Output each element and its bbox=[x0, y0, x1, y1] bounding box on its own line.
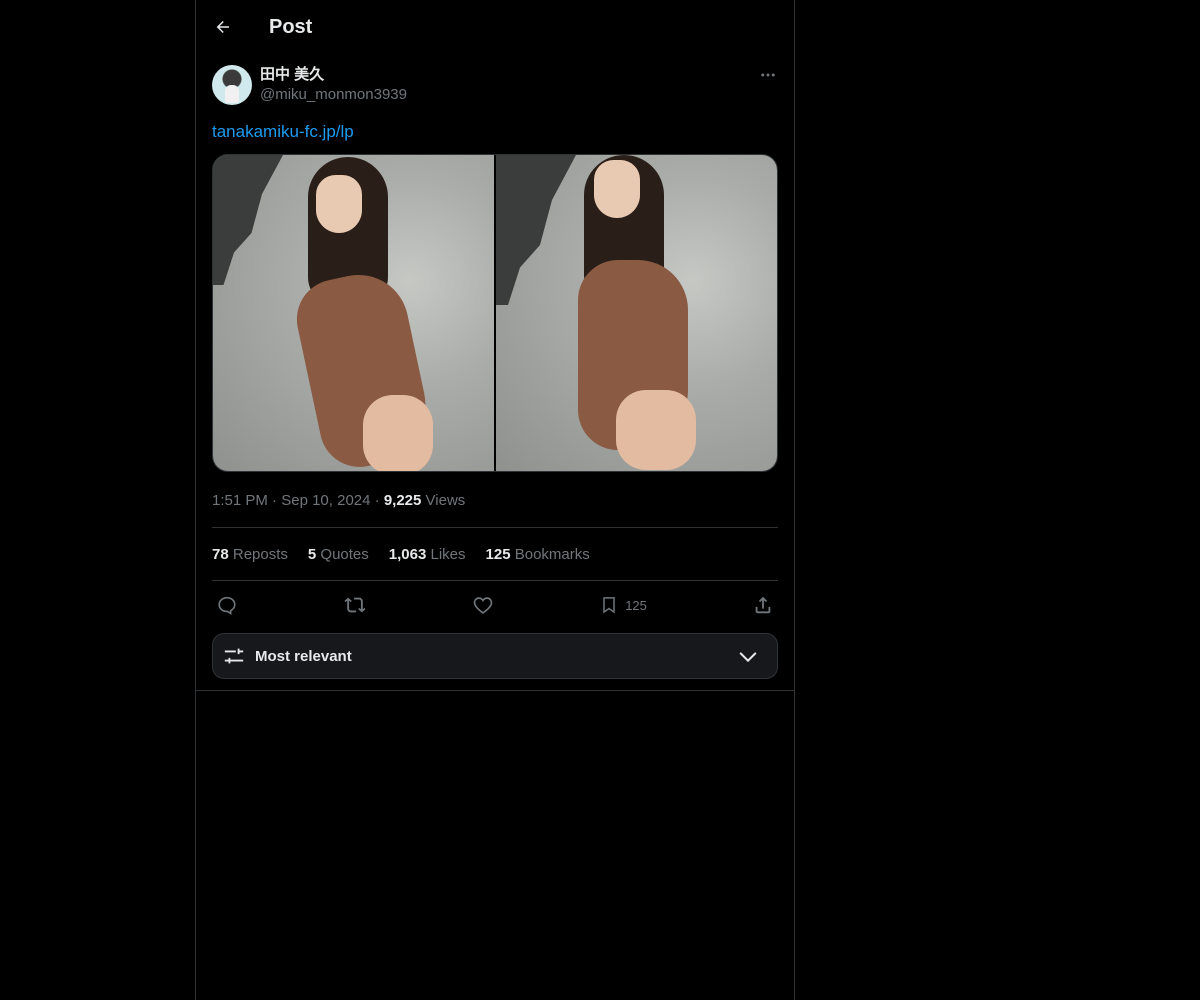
quotes-label: Quotes bbox=[320, 545, 369, 563]
bookmarks-count: 125 bbox=[485, 545, 511, 563]
media-grid bbox=[212, 154, 778, 472]
author-row: 田中 美久 @miku_monmon3939 bbox=[212, 65, 778, 105]
bookmark-count: 125 bbox=[625, 597, 647, 613]
stat-bookmarks[interactable]: 125 Bookmarks bbox=[486, 546, 590, 563]
chevron-down-icon bbox=[739, 652, 757, 663]
stat-reposts[interactable]: 78 Reposts bbox=[212, 546, 288, 563]
photo-left[interactable] bbox=[213, 155, 494, 471]
figure-face bbox=[594, 160, 640, 218]
reply-button[interactable] bbox=[216, 594, 238, 616]
views-count: 9,225 bbox=[383, 492, 422, 509]
figure-legs bbox=[616, 390, 696, 470]
likes-count: 1,063 bbox=[388, 545, 427, 563]
figure-face bbox=[316, 175, 362, 233]
sort-dropdown[interactable]: Most relevant bbox=[212, 633, 778, 679]
action-bar: 125 bbox=[212, 581, 778, 629]
wall-crack bbox=[213, 155, 283, 285]
post-time[interactable]: 1:51 PM bbox=[212, 492, 268, 509]
tweet-link[interactable]: tanakamiku-fc.jp/lp bbox=[212, 121, 354, 143]
sliders-icon bbox=[224, 648, 244, 664]
heart-icon bbox=[473, 597, 493, 614]
wall-crack bbox=[496, 155, 576, 305]
reposts-label: Reposts bbox=[232, 545, 288, 563]
author-display-name[interactable]: 田中 美久 bbox=[260, 65, 407, 85]
author-handle[interactable]: @miku_monmon3939 bbox=[260, 85, 407, 105]
bookmark-button[interactable]: 125 bbox=[599, 594, 647, 616]
reply-icon bbox=[218, 596, 236, 615]
like-button[interactable] bbox=[472, 594, 494, 616]
bookmark-icon bbox=[603, 597, 615, 614]
stat-likes[interactable]: 1,063 Likes bbox=[389, 546, 466, 563]
stat-quotes[interactable]: 5 Quotes bbox=[308, 546, 369, 563]
reposts-count: 78 bbox=[212, 545, 229, 563]
more-horizontal-icon bbox=[761, 73, 775, 77]
meta-separator: · bbox=[374, 492, 380, 509]
post: 田中 美久 @miku_monmon3939 tanakamiku-fc.jp/… bbox=[196, 65, 794, 679]
share-button[interactable] bbox=[752, 594, 774, 616]
photo-right[interactable] bbox=[496, 155, 777, 471]
section-divider bbox=[196, 690, 794, 691]
repost-button[interactable] bbox=[343, 594, 367, 616]
repost-icon bbox=[344, 597, 366, 613]
bookmarks-label: Bookmarks bbox=[514, 545, 590, 563]
avatar[interactable] bbox=[212, 65, 252, 105]
post-meta: 1:51 PM · Sep 10, 2024 · 9,225 Views bbox=[212, 491, 778, 511]
meta-separator: · bbox=[272, 492, 278, 509]
views-label: Views bbox=[425, 492, 466, 509]
arrow-left-icon bbox=[216, 21, 229, 33]
sort-label: Most relevant bbox=[255, 647, 352, 665]
page-title: Post bbox=[269, 15, 313, 38]
likes-label: Likes bbox=[430, 545, 466, 563]
main-column: Post 田中 美久 @miku_monmon3939 tanakamiku-f… bbox=[195, 0, 795, 1000]
share-icon bbox=[755, 596, 771, 614]
post-date[interactable]: Sep 10, 2024 bbox=[281, 492, 370, 509]
figure-legs bbox=[363, 395, 433, 471]
back-button[interactable] bbox=[212, 16, 234, 38]
quotes-count: 5 bbox=[307, 545, 317, 563]
author-info: 田中 美久 @miku_monmon3939 bbox=[260, 65, 407, 105]
engagement-stats: 78 Reposts 5 Quotes 1,063 Likes 125 Book… bbox=[212, 528, 778, 580]
header: Post bbox=[196, 0, 794, 54]
more-button[interactable] bbox=[758, 65, 778, 85]
